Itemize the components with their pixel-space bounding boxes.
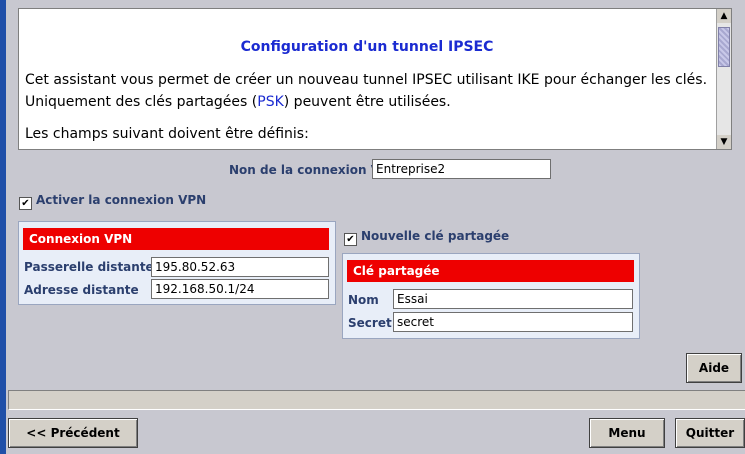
activate-vpn-label: Activer la connexion VPN — [36, 193, 207, 207]
shared-key-panel: Clé partagée Nom Secret — [342, 253, 640, 339]
intro-text-3: Les champs suivant doivent être définis: — [25, 126, 309, 142]
psk-link[interactable]: PSK — [257, 94, 284, 110]
activate-vpn-checkbox[interactable]: ✔ Activer la connexion VPN — [19, 193, 206, 210]
scroll-up-icon[interactable]: ▲ — [717, 9, 731, 23]
intro-title: Configuration d'un tunnel IPSEC — [240, 39, 494, 55]
vpn-connection-panel: Connexion VPN Passerelle distante Adress… — [18, 221, 336, 305]
help-button[interactable]: Aide — [686, 353, 742, 383]
intro-text-2a: Uniquement des clés partagées ( — [25, 94, 258, 110]
connection-name-field[interactable] — [372, 159, 551, 179]
key-name-label: Nom — [348, 293, 379, 307]
key-name-field[interactable] — [393, 289, 633, 309]
quit-button[interactable]: Quitter — [675, 418, 745, 448]
remote-address-label: Adresse distante — [24, 283, 139, 297]
new-shared-key-label: Nouvelle clé partagée — [361, 229, 510, 243]
checkbox-checked-icon[interactable]: ✔ — [344, 233, 357, 246]
remote-gateway-field[interactable] — [151, 257, 329, 277]
intro-text-2b: ) peuvent être utilisées. — [283, 94, 451, 110]
key-secret-label: Secret — [348, 316, 392, 330]
key-panel-header: Clé partagée — [347, 260, 634, 282]
intro-paragraph: Cet assistant vous permet de créer un no… — [25, 69, 709, 113]
checkbox-checked-icon[interactable]: ✔ — [19, 197, 32, 210]
menu-button[interactable]: Menu — [589, 418, 665, 448]
intro-panel: Configuration d'un tunnel IPSEC Cet assi… — [18, 8, 732, 150]
status-bar — [8, 390, 745, 410]
intro-text-1: Cet assistant vous permet de créer un no… — [25, 72, 708, 88]
previous-button[interactable]: << Précédent — [8, 418, 138, 448]
scroll-down-icon[interactable]: ▼ — [717, 135, 731, 149]
remote-address-field[interactable] — [151, 279, 329, 299]
scroll-thumb[interactable] — [718, 27, 730, 67]
remote-gateway-label: Passerelle distante — [24, 260, 154, 274]
new-shared-key-checkbox[interactable]: ✔ Nouvelle clé partagée — [344, 229, 509, 246]
intro-scrollbar[interactable]: ▲ ▼ — [716, 9, 731, 149]
vpn-panel-header: Connexion VPN — [23, 228, 329, 250]
key-secret-field[interactable] — [393, 312, 633, 332]
